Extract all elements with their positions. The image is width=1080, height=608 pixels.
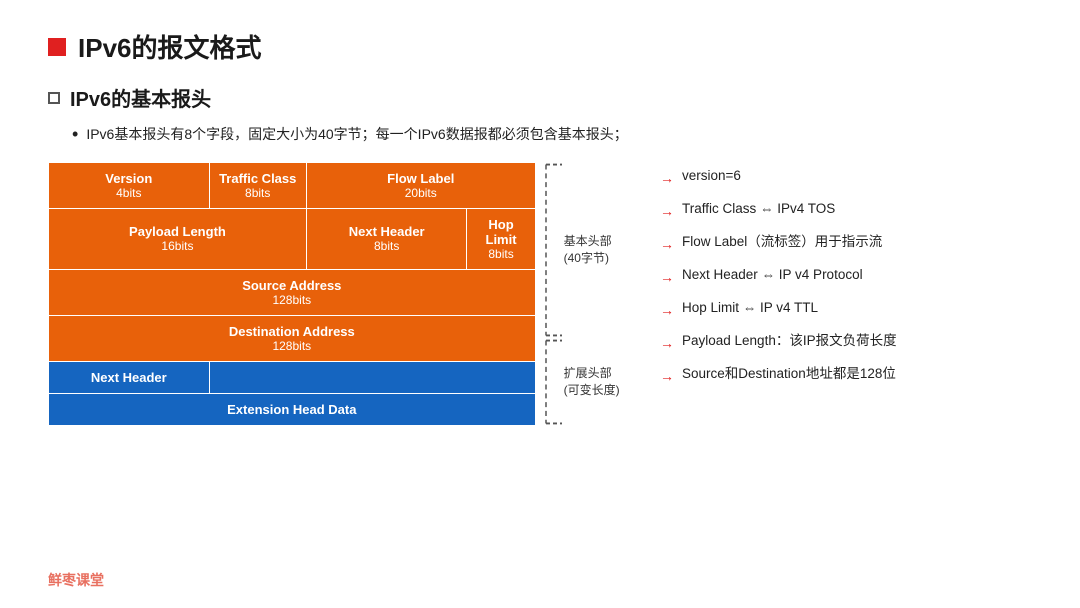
info-text-6: Payload Length：该IP报文负荷长度 (682, 331, 897, 351)
table-and-bracket: Version 4bits Traffic Class 8bits Flow L… (48, 162, 628, 426)
row-2: Payload Length 16bits Next Header 8bits … (49, 208, 536, 269)
page: IPv6的报文格式 IPv6的基本报头 • IPv6基本报头有8个字段，固定大小… (0, 0, 1080, 608)
arrow-icon-6: → (660, 333, 674, 354)
ext-header-label-line2: (可变长度) (564, 383, 620, 397)
cell-extension-head-data: Extension Head Data (49, 393, 536, 425)
info-text-3: Flow Label（流标签）用于指示流 (682, 232, 882, 252)
bracket-container: 基本头部 (40字节) 扩展头部 (可变长度) (544, 162, 628, 426)
packet-diagram: Version 4bits Traffic Class 8bits Flow L… (48, 162, 536, 426)
cell-next-header-2: Next Header (49, 361, 210, 393)
info-text-5: Hop Limit ⇔ IP v4 TTL (682, 298, 818, 318)
right-panel: → version=6 → Traffic Class ⇔ IPv4 TOS →… (660, 162, 1032, 426)
cell-payload-length: Payload Length 16bits (49, 208, 307, 269)
info-item-4: → Next Header ⇔ IP v4 Protocol (660, 265, 1032, 288)
footer: 鲜枣课堂 (48, 570, 104, 590)
row-3: Source Address 128bits (49, 269, 536, 315)
title-bar: IPv6的报文格式 (48, 28, 1032, 65)
row-6: Extension Head Data (49, 393, 536, 425)
basic-header-label: 基本头部 (40字节) (564, 233, 612, 267)
basic-header-bracket: 基本头部 (40字节) (544, 162, 628, 338)
diagram: Version 4bits Traffic Class 8bits Flow L… (48, 162, 628, 426)
cell-empty (209, 361, 535, 393)
row-4: Destination Address 128bits (49, 315, 536, 361)
basic-header-label-line1: 基本头部 (564, 234, 612, 248)
basic-bracket-svg (544, 162, 564, 338)
arrow-icon-1: → (660, 168, 674, 189)
cell-next-header-1: Next Header 8bits (306, 208, 467, 269)
arrow-icon-3: → (660, 234, 674, 255)
title-icon (48, 38, 66, 56)
cell-flow-label: Flow Label 20bits (306, 162, 535, 208)
info-item-1: → version=6 (660, 166, 1032, 189)
ext-header-label: 扩展头部 (可变长度) (564, 365, 620, 399)
cell-source-address: Source Address 128bits (49, 269, 536, 315)
arrow-icon-5: → (660, 300, 674, 321)
bullet-icon: • (72, 124, 78, 146)
info-item-5: → Hop Limit ⇔ IP v4 TTL (660, 298, 1032, 321)
row-1: Version 4bits Traffic Class 8bits Flow L… (49, 162, 536, 208)
info-item-3: → Flow Label（流标签）用于指示流 (660, 232, 1032, 255)
info-text-4: Next Header ⇔ IP v4 Protocol (682, 265, 863, 285)
ext-header-bracket: 扩展头部 (可变长度) (544, 338, 628, 426)
page-title: IPv6的报文格式 (78, 28, 262, 65)
cell-traffic-class: Traffic Class 8bits (209, 162, 306, 208)
section-heading: IPv6的基本报头 (48, 83, 1032, 112)
info-text-7: Source和Destination地址都是128位 (682, 364, 896, 384)
section-icon (48, 92, 60, 104)
bullet-line: • IPv6基本报头有8个字段，固定大小为40字节；每一个IPv6数据报都必须包… (72, 124, 1032, 146)
arrow-icon-7: → (660, 366, 674, 387)
row-5: Next Header (49, 361, 536, 393)
ext-bracket-svg (544, 338, 564, 426)
info-text-1: version=6 (682, 166, 741, 186)
info-item-2: → Traffic Class ⇔ IPv4 TOS (660, 199, 1032, 222)
info-text-2: Traffic Class ⇔ IPv4 TOS (682, 199, 835, 219)
info-item-7: → Source和Destination地址都是128位 (660, 364, 1032, 387)
bullet-text: IPv6基本报头有8个字段，固定大小为40字节；每一个IPv6数据报都必须包含基… (86, 124, 627, 144)
footer-text: 鲜枣课堂 (48, 572, 104, 588)
info-item-6: → Payload Length：该IP报文负荷长度 (660, 331, 1032, 354)
arrow-icon-2: → (660, 201, 674, 222)
basic-header-label-line2: (40字节) (564, 251, 609, 265)
cell-destination-address: Destination Address 128bits (49, 315, 536, 361)
content-area: Version 4bits Traffic Class 8bits Flow L… (48, 162, 1032, 426)
cell-version: Version 4bits (49, 162, 210, 208)
ext-header-label-line1: 扩展头部 (564, 366, 612, 380)
cell-hop-limit: Hop Limit 8bits (467, 208, 535, 269)
section-title: IPv6的基本报头 (70, 83, 211, 112)
arrow-icon-4: → (660, 267, 674, 288)
